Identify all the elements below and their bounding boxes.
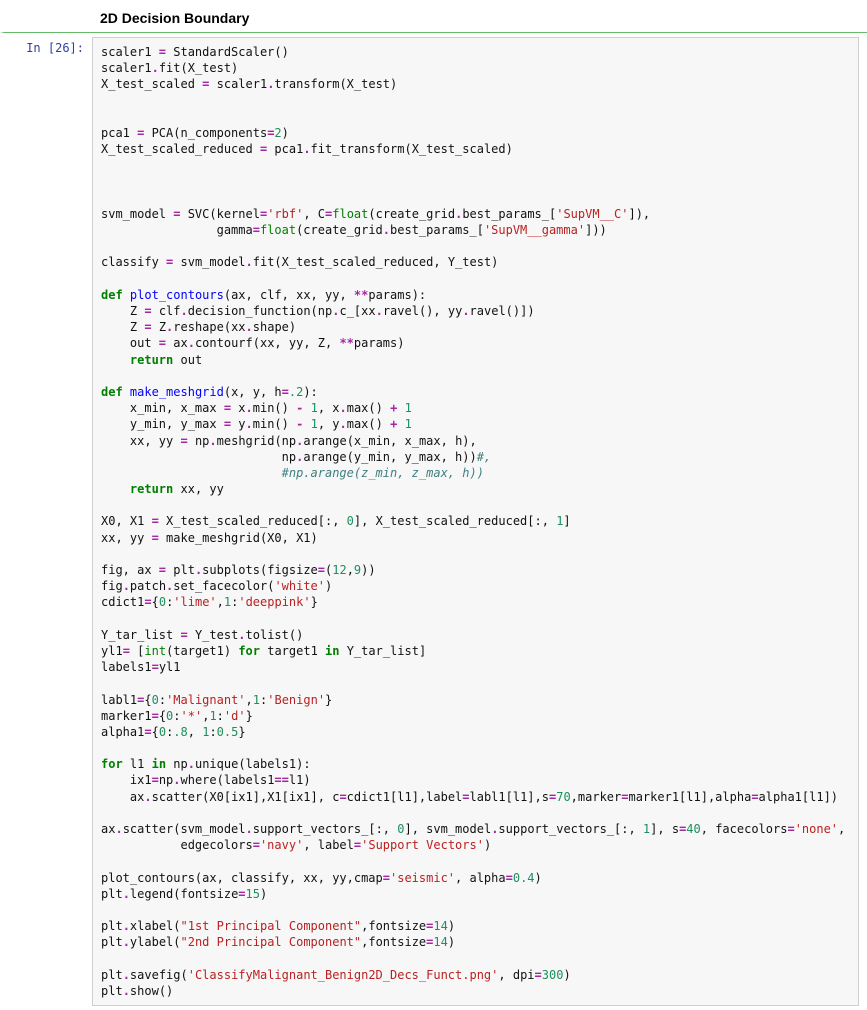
code-cell[interactable]: In [26]: scaler1 = StandardScaler() scal…	[0, 32, 867, 1010]
prompt-number: 26	[55, 41, 69, 55]
code-input-area[interactable]: scaler1 = StandardScaler() scaler1.fit(X…	[92, 37, 859, 1006]
heading-text: 2D Decision Boundary	[100, 10, 867, 26]
input-prompt: In [26]:	[4, 37, 92, 1006]
markdown-heading-cell: 2D Decision Boundary	[0, 0, 867, 32]
prompt-label: In	[26, 41, 40, 55]
